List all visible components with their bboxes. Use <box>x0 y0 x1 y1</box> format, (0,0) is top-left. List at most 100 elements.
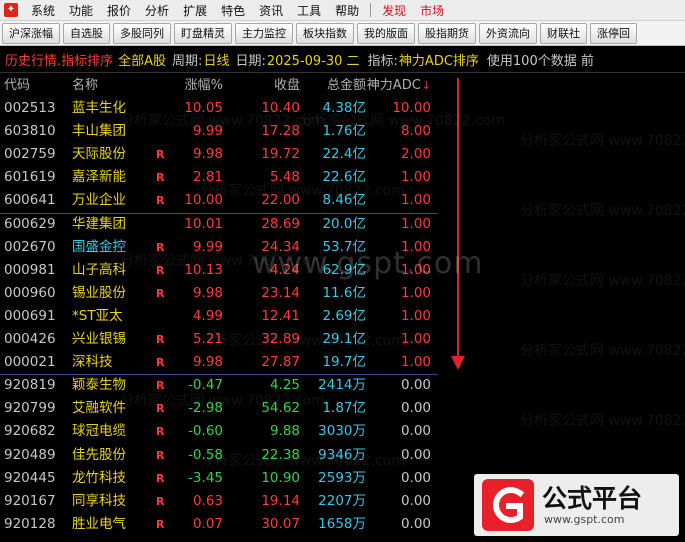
adc-value: 0.00 <box>400 400 431 417</box>
margin-flag: R <box>156 194 165 208</box>
stock-code: 000960 <box>4 284 56 301</box>
indicator-value[interactable]: 神力ADC排序 <box>399 50 479 69</box>
col-header-code[interactable]: 代码 <box>4 74 30 97</box>
menu-item[interactable]: 帮助 <box>328 2 366 19</box>
toolbar: 沪深涨幅 自选股 多股同列 盯盘精灵 主力监控 板块指数 我的版面 股指期货 外资流向 财联社 涨停… <box>0 21 685 46</box>
info-bar: 历史行情.指标排序 全部A股 周期: 日线 日期: 2025-09-30 二 指… <box>0 46 685 73</box>
view-mode-label[interactable]: 历史行情.指标排序 <box>5 50 113 69</box>
period-label: 周期: <box>172 53 203 69</box>
toolbar-button[interactable]: 股指期货 <box>418 22 476 44</box>
adc-value: 0.00 <box>400 446 431 463</box>
stock-name: *ST亚太 <box>72 307 123 324</box>
date-value[interactable]: 2025-09-30 二 <box>267 50 360 69</box>
stock-name: 佳先股份 <box>72 446 126 463</box>
faint-watermark: 分析家公式网 www.70822.com <box>120 393 325 409</box>
table-row[interactable]: 920682 球冠电缆 R -0.60 9.88 3030万 0.00 <box>0 420 440 443</box>
toolbar-button[interactable]: 盯盘精灵 <box>174 22 232 44</box>
stock-name: 万业企业 <box>72 192 126 209</box>
menu-item[interactable]: 工具 <box>290 2 328 19</box>
stock-name: 丰山集团 <box>72 123 126 140</box>
stock-code: 920489 <box>4 446 56 463</box>
stock-name: 艾融软件 <box>72 400 126 417</box>
toolbar-button[interactable]: 自选股 <box>63 22 110 44</box>
toolbar-button[interactable]: 沪深涨幅 <box>2 22 60 44</box>
total-amount: 22.4亿 <box>322 146 366 163</box>
period-value[interactable]: 日线 <box>203 50 229 69</box>
stock-code: 002759 <box>4 146 56 163</box>
group-divider <box>0 212 438 214</box>
adc-value: 1.00 <box>400 354 431 371</box>
close-price: 9.88 <box>269 423 300 440</box>
margin-flag: R <box>156 425 165 439</box>
menu-item[interactable]: 报价 <box>100 2 138 19</box>
table-row[interactable]: 000960 锡业股份 R 9.98 23.14 11.6亿 1.00 <box>0 282 440 305</box>
total-amount: 2.69亿 <box>322 307 366 324</box>
toolbar-button[interactable]: 涨停回 <box>590 22 637 44</box>
stock-name: 锡业股份 <box>72 284 126 301</box>
change-percent: 0.07 <box>192 515 223 532</box>
adc-value: 2.00 <box>400 146 431 163</box>
change-percent: 10.01 <box>184 215 223 232</box>
total-amount: 2207万 <box>318 492 366 509</box>
menu-separator <box>370 3 372 17</box>
brand-mark-icon <box>482 479 534 531</box>
faint-watermark: 分析家公式网 www.70822.com <box>520 343 685 359</box>
menu-bar: ✦ 系统 功能 报价 分析 扩展 特色 资讯 工具 帮助 发现 市场 <box>0 0 685 21</box>
toolbar-button[interactable]: 外资流向 <box>479 22 537 44</box>
menu-item[interactable]: 分析 <box>138 2 176 19</box>
margin-flag: R <box>156 333 165 346</box>
table-row[interactable]: 000691 *ST亚太 4.99 12.41 2.69亿 1.00 <box>0 305 440 328</box>
site-watermark: www.gspt.com <box>252 246 484 281</box>
toolbar-button[interactable]: 板块指数 <box>296 22 354 44</box>
brand-logo: 公式平台 www.gspt.com <box>474 474 679 536</box>
adc-value: 1.00 <box>400 331 431 347</box>
adc-value: 0.00 <box>400 377 431 394</box>
faint-watermark: 分析家公式网 www.70822.com <box>520 203 685 219</box>
table-row[interactable]: 920445 龙竹科技 R -3.45 10.90 2593万 0.00 <box>0 467 440 490</box>
toolbar-button[interactable]: 多股同列 <box>113 22 171 44</box>
table-row[interactable]: 002759 天际股份 R 9.98 19.72 22.4亿 2.00 <box>0 143 440 166</box>
market-label[interactable]: 全部A股 <box>118 50 166 69</box>
stock-name: 球冠电缆 <box>72 423 126 440</box>
menu-item[interactable]: 功能 <box>62 2 100 19</box>
adc-value: 0.00 <box>400 515 431 532</box>
toolbar-button[interactable]: 财联社 <box>540 22 587 44</box>
toolbar-button[interactable]: 我的版面 <box>357 22 415 44</box>
brand-url: www.gspt.com <box>544 512 625 526</box>
stock-name: 嘉泽新能 <box>72 169 126 186</box>
stock-code: 000426 <box>4 331 56 347</box>
col-header-pct[interactable]: 涨幅% <box>185 74 223 97</box>
table-row[interactable]: 600629 华建集团 10.01 28.69 20.0亿 1.00 <box>0 213 440 236</box>
col-header-adc[interactable]: 神力ADC↓ <box>367 74 431 97</box>
group-divider <box>0 374 438 376</box>
total-amount: 20.0亿 <box>322 215 366 232</box>
table-row[interactable]: 920128 胜业电气 R 0.07 30.07 1658万 0.00 <box>0 513 440 536</box>
stock-name: 颖泰生物 <box>72 377 126 394</box>
stock-name: 山子高科 <box>72 261 126 278</box>
faint-watermark: 分析家公式网 www.70822.com <box>520 413 685 429</box>
margin-flag: R <box>156 356 165 370</box>
stock-code: 000981 <box>4 261 56 278</box>
table-row[interactable]: 000021 深科技 R 9.98 27.87 19.7亿 1.00 <box>0 351 440 374</box>
faint-watermark: 分析家公式网 www.70822.com <box>120 113 325 129</box>
menu-item[interactable]: 特色 <box>214 2 252 19</box>
table-row[interactable]: 920167 同享科技 R 0.63 19.14 2207万 0.00 <box>0 490 440 513</box>
adc-value: 1.00 <box>400 284 431 301</box>
menu-item[interactable]: 资讯 <box>252 2 290 19</box>
stock-code: 601619 <box>4 169 56 186</box>
close-price: 19.72 <box>261 146 300 163</box>
col-header-name[interactable]: 名称 <box>72 74 98 97</box>
menu-item-highlight[interactable]: 发现 <box>375 2 413 19</box>
menu-item[interactable]: 扩展 <box>176 2 214 19</box>
stock-code: 920819 <box>4 377 56 394</box>
menu-item[interactable]: 系统 <box>24 2 62 19</box>
stock-code: 920445 <box>4 469 56 486</box>
toolbar-button[interactable]: 主力监控 <box>235 22 293 44</box>
close-price: 23.14 <box>261 284 300 301</box>
col-header-amount[interactable]: 总金额 <box>327 74 366 97</box>
brand-name: 公式平台 <box>542 483 643 513</box>
col-header-close[interactable]: 收盘 <box>274 74 300 97</box>
col-header-adc-label: 神力ADC <box>366 78 421 93</box>
menu-item-highlight[interactable]: 市场 <box>413 2 451 19</box>
app-logo-icon[interactable]: ✦ <box>4 3 18 17</box>
